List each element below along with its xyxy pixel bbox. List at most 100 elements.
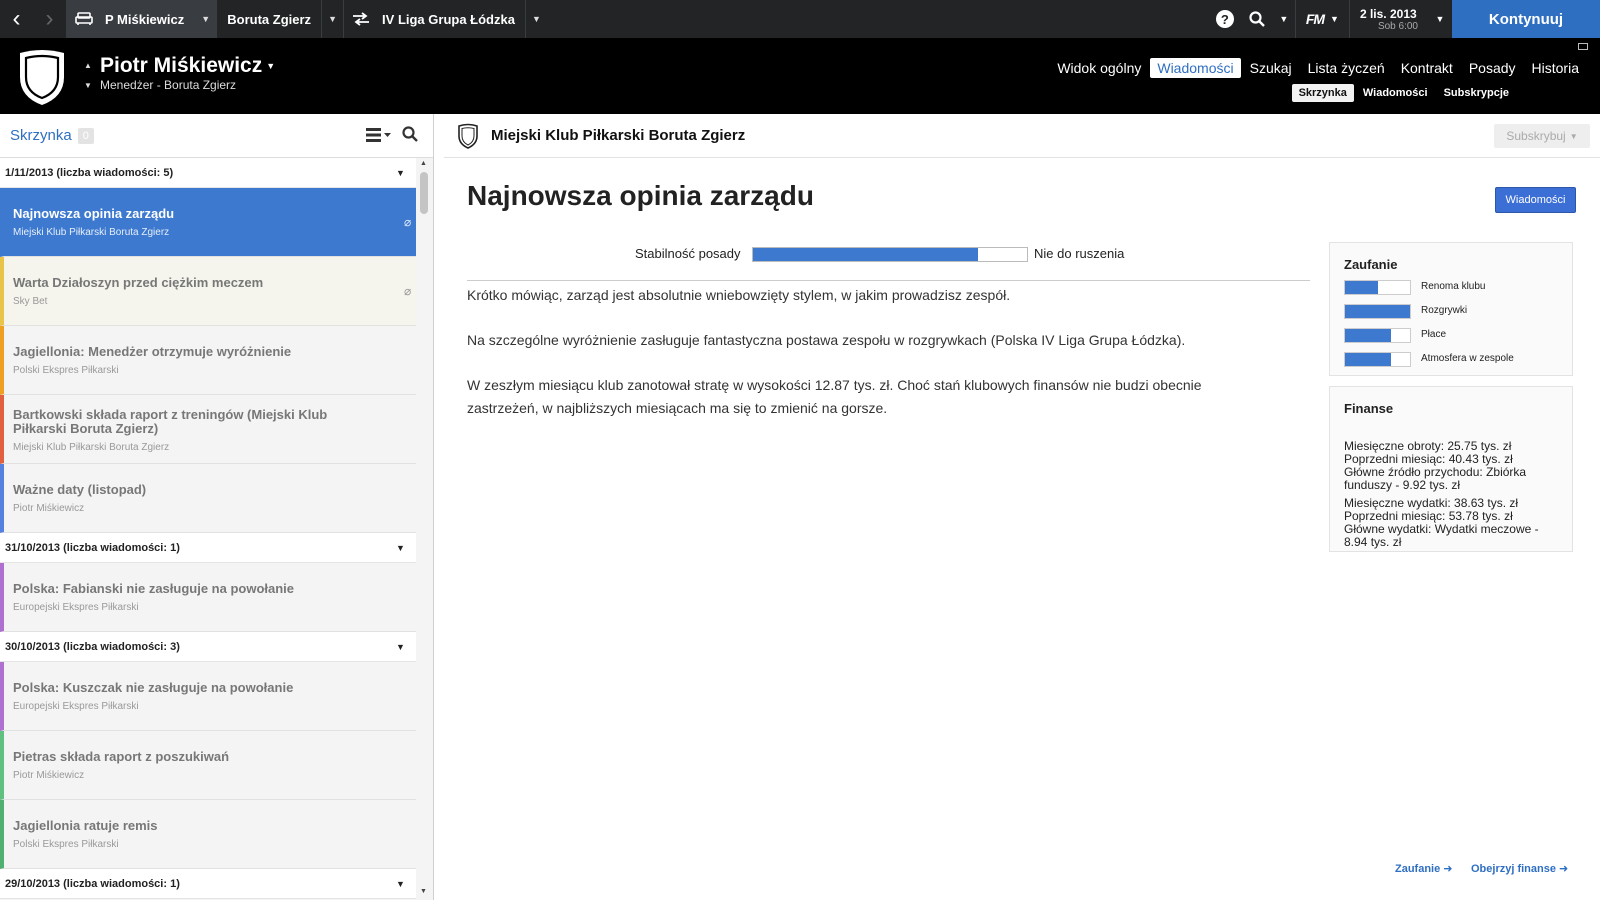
- message-item-source: Miejski Klub Piłkarski Boruta Zgierz: [13, 442, 170, 453]
- message-list-item[interactable]: Jagiellonia ratuje remis Polski Ekspres P…: [0, 800, 416, 869]
- date-group-label: 29/10/2013 (liczba wiadomości: 1): [5, 877, 180, 890]
- chevron-down-icon[interactable]: ▼: [396, 642, 405, 652]
- club-label: Boruta Zgierz: [227, 11, 312, 27]
- subnav-subscriptions[interactable]: Subskrypcje: [1437, 84, 1516, 102]
- chevron-down-icon[interactable]: ▼: [1428, 0, 1452, 38]
- job-security-fill: [753, 248, 978, 261]
- message-item-title: Warta Działoszyn przed ciężkim meczem: [13, 275, 264, 290]
- confidence-bar: [1344, 328, 1411, 343]
- divider: [467, 280, 1310, 281]
- chevron-down-icon[interactable]: ▼: [194, 0, 216, 38]
- swap-arrows-icon: [344, 0, 378, 38]
- confidence-row: Płace: [1330, 326, 1572, 350]
- message-list-item[interactable]: Jagiellonia: Menedżer otrzymuje wyróżnie…: [0, 326, 416, 395]
- inbox-title: Skrzynka: [10, 127, 72, 144]
- sender-name: Miejski Klub Piłkarski Boruta Zgierz: [491, 127, 746, 144]
- date-group-header[interactable]: 30/10/2013 (liczba wiadomości: 3) ▼: [0, 632, 416, 662]
- view-finances-link[interactable]: Obejrzyj finanse ➜: [1471, 862, 1568, 875]
- confidence-label: Płace: [1421, 329, 1447, 340]
- job-security-row: Stabilność posady Nie do ruszenia: [444, 244, 1310, 266]
- confidence-card: Zaufanie Renoma klubu Rozgrywki Płace Atmos…: [1329, 242, 1573, 376]
- confidence-bar: [1344, 352, 1411, 367]
- manager-header: ▲ ▼ Piotr Miśkiewicz ▼ Menedżer - Boruta Z…: [0, 38, 1600, 114]
- chevron-down-icon[interactable]: ▼: [396, 168, 405, 178]
- search-icon[interactable]: [402, 126, 418, 145]
- nav-shortlist[interactable]: Lista życzeń: [1301, 58, 1392, 78]
- forward-arrow-icon[interactable]: ›: [33, 0, 66, 38]
- confidence-bar-fill: [1345, 353, 1391, 366]
- message-item-title: Ważne daty (listopad): [13, 482, 147, 497]
- search-icon[interactable]: [1241, 0, 1273, 38]
- confidence-label: Rozgrywki: [1421, 305, 1468, 316]
- job-security-label: Stabilność posady: [635, 246, 741, 261]
- nav-overview[interactable]: Widok ogólny: [1050, 58, 1148, 78]
- message-list-item[interactable]: Bartkowski składa raport z treningów (Mi…: [0, 395, 416, 464]
- date-group-header[interactable]: 29/10/2013 (liczba wiadomości: 1) ▼: [0, 869, 416, 899]
- subscribe-button[interactable]: Subskrybuj ▼: [1494, 124, 1590, 148]
- list-view-icon[interactable]: [366, 127, 392, 148]
- message-item-source: Polski Ekspres Piłkarski: [13, 365, 119, 376]
- profile-label: P Miśkiewicz: [105, 11, 185, 27]
- chevron-down-icon: ▼: [266, 61, 276, 72]
- message-list-item[interactable]: Pietras składa raport z poszukiwań Piotr …: [0, 731, 416, 800]
- scroll-down-icon[interactable]: ▼: [420, 888, 427, 895]
- competition-menu[interactable]: IV Liga Grupa Łódzka ▼: [343, 0, 547, 38]
- date-group-header[interactable]: 31/10/2013 (liczba wiadomości: 1) ▼: [0, 533, 416, 563]
- help-icon[interactable]: ?: [1209, 0, 1241, 38]
- manager-role: Menedżer - Boruta Zgierz: [100, 78, 237, 92]
- scrollbar-thumb[interactable]: [420, 172, 428, 214]
- confidence-bar: [1344, 304, 1411, 319]
- message-list-item[interactable]: Najnowsza opinia zarządu Miejski Klub Pił…: [0, 188, 416, 257]
- competition-label: IV Liga Grupa Łódzka: [382, 11, 515, 27]
- nav-contract[interactable]: Kontrakt: [1394, 58, 1460, 78]
- chevron-down-icon[interactable]: ▼: [321, 0, 343, 38]
- continue-button[interactable]: Kontynuuj: [1452, 0, 1600, 38]
- scroll-up-icon[interactable]: ▲: [420, 160, 427, 167]
- nav-messages[interactable]: Wiadomości: [1150, 58, 1241, 78]
- back-arrow-icon[interactable]: ‹: [0, 0, 33, 38]
- news-button[interactable]: Wiadomości: [1495, 187, 1576, 213]
- message-item-title: Pietras składa raport z poszukiwań: [13, 749, 230, 764]
- date-group-label: 31/10/2013 (liczba wiadomości: 1): [5, 541, 180, 554]
- message-view: Miejski Klub Piłkarski Boruta Zgierz Sub…: [444, 114, 1600, 900]
- manager-name[interactable]: Piotr Miśkiewicz ▼: [100, 54, 275, 78]
- confidence-label: Renoma klubu: [1421, 281, 1486, 292]
- date-group-label: 30/10/2013 (liczba wiadomości: 3): [5, 640, 180, 653]
- nav-history[interactable]: Historia: [1525, 58, 1586, 78]
- club-crest-icon: [20, 50, 64, 105]
- message-item-title: Jagiellonia ratuje remis: [13, 818, 158, 833]
- attachment-icon: ⌀: [404, 215, 412, 229]
- income-line: Poprzedni miesiąc: 40.43 tys. zł: [1344, 452, 1513, 466]
- income-line: Miesięczne obroty: 25.75 tys. zł: [1344, 439, 1512, 453]
- club-menu[interactable]: Boruta Zgierz ▼: [216, 0, 343, 38]
- sofa-icon: [67, 0, 101, 38]
- subnav-inbox[interactable]: Skrzynka: [1291, 84, 1354, 102]
- job-security-bar: [752, 247, 1028, 262]
- message-list-item[interactable]: Warta Działoszyn przed ciężkim meczem Sky…: [0, 257, 416, 326]
- fm-menu[interactable]: FM ▼: [1294, 0, 1349, 38]
- chevron-down-icon[interactable]: ▼: [396, 543, 405, 553]
- confidence-link[interactable]: Zaufanie ➜: [1395, 862, 1453, 875]
- nav-search[interactable]: Szukaj: [1243, 58, 1299, 78]
- expense-line: Główne wydatki: Wydatki meczowe - 8.94 t…: [1344, 522, 1539, 549]
- message-list-item[interactable]: Polska: Fabianski nie zasługuje na powoł…: [0, 563, 416, 632]
- message-list-item[interactable]: Ważne daty (listopad) Piotr Miśkiewicz: [0, 464, 416, 533]
- confidence-row: Rozgrywki: [1330, 302, 1572, 326]
- profile-menu[interactable]: P Miśkiewicz ▼: [66, 0, 217, 38]
- sub-nav: Skrzynka Wiadomości Subskrypcje: [1291, 84, 1516, 102]
- message-list-item[interactable]: Polska: Kuszczak nie zasługuje na powoła…: [0, 662, 416, 731]
- date-group-header[interactable]: 1/11/2013 (liczba wiadomości: 5) ▼: [0, 158, 416, 188]
- subnav-news[interactable]: Wiadomości: [1356, 84, 1435, 102]
- message-item-source: Miejski Klub Piłkarski Boruta Zgierz: [13, 227, 170, 238]
- chevron-down-icon[interactable]: ▼: [1273, 0, 1295, 38]
- chevron-down-icon[interactable]: ▼: [524, 0, 547, 38]
- message-paragraph: Na szczególne wyróżnienie zasługuje fant…: [467, 332, 1186, 348]
- finances-card: Finanse Miesięczne obroty: 25.75 tys. zł…: [1329, 386, 1573, 552]
- chevron-down-icon[interactable]: ▼: [396, 879, 405, 889]
- confidence-bar-fill: [1345, 305, 1410, 318]
- scrollbar[interactable]: ▲ ▼: [416, 158, 432, 900]
- main-nav: Widok ogólny Wiadomości Szukaj Lista życ…: [1050, 58, 1586, 78]
- game-date: 2 lis. 2013 Sob 6:00: [1348, 0, 1428, 38]
- updown-arrows-icon[interactable]: ▲ ▼: [84, 56, 92, 96]
- nav-jobs[interactable]: Posady: [1462, 58, 1523, 78]
